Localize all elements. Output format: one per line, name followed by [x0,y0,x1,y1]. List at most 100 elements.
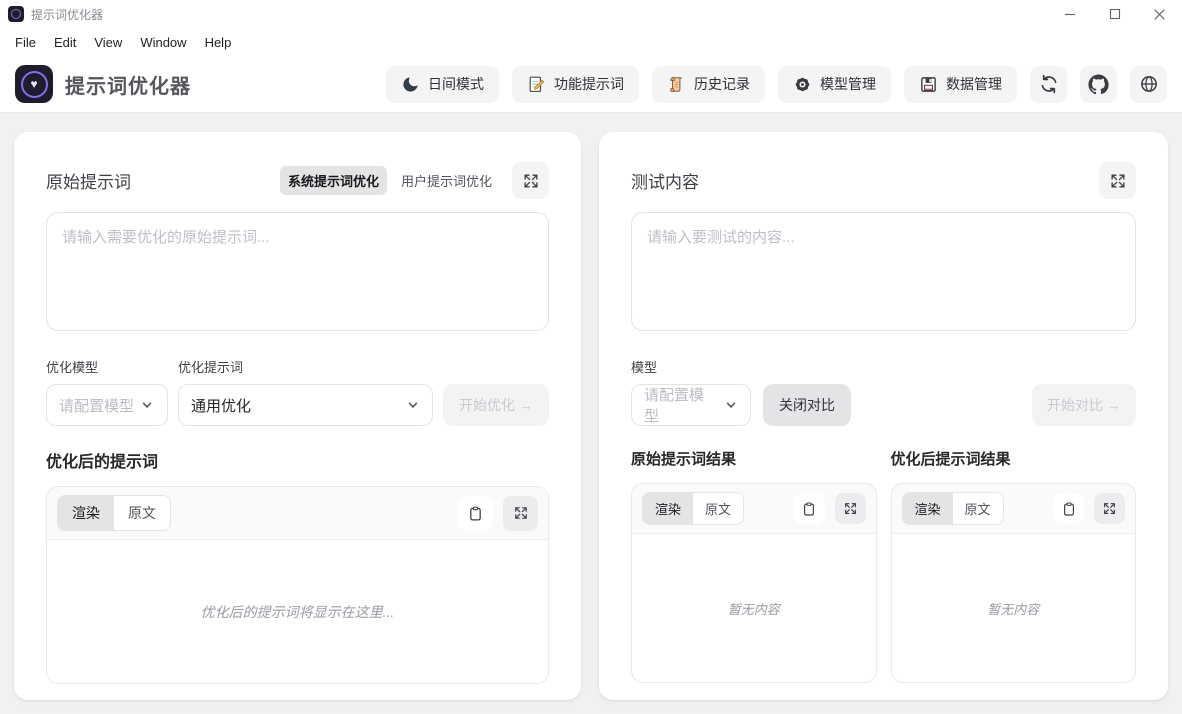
start-optimize-button[interactable]: 开始优化 → [443,384,549,426]
copy-button[interactable] [458,496,493,531]
view-mode-tabs: 渲染 原文 [902,492,1004,525]
floppy-icon [919,75,938,94]
clipboard-icon [1061,501,1077,517]
expand-icon [1109,172,1127,190]
optimize-panel: 原始提示词 系统提示词优化 用户提示词优化 优化模型 [14,132,581,700]
moon-icon [401,75,420,94]
optimized-result-column: 优化后提示词结果 渲染 原文 [891,448,1137,683]
output-toolbar: 渲染 原文 [892,484,1136,534]
tab-render[interactable]: 渲染 [903,493,953,524]
button-label: 历史记录 [694,74,750,94]
button-label: 功能提示词 [554,74,624,94]
view-mode-tabs: 渲染 原文 [642,492,744,525]
start-compare-button[interactable]: 开始对比 → [1032,384,1136,426]
github-button[interactable] [1080,66,1117,103]
fullscreen-button[interactable] [512,162,549,199]
optimize-controls: 优化模型 请配置模型 优化提示词 通用优化 [46,357,549,426]
logo-ring-icon: ♥ [21,71,48,98]
app-window: 提示词优化器 File Edit View Window Help ♥ 提示词优… [0,0,1182,700]
tab-user-prompt-optimize[interactable]: 用户提示词优化 [393,166,500,195]
expand-output-button[interactable] [503,496,538,531]
tab-render[interactable]: 渲染 [58,496,114,530]
menu-bar: File Edit View Window Help [0,28,1182,56]
close-button[interactable] [1137,0,1182,28]
page-title: 提示词优化器 [65,70,191,99]
clipboard-icon [801,501,817,517]
original-result-column: 原始提示词结果 渲染 原文 [631,448,877,683]
output-actions [794,493,866,524]
expand-output-button[interactable] [835,493,866,524]
menu-help[interactable]: Help [196,31,241,54]
optimized-prompt-title: 优化后的提示词 [46,448,549,472]
fullscreen-button[interactable] [1099,162,1136,199]
select-value: 请配置模型 [59,395,134,416]
test-panel-header: 测试内容 [631,162,1136,199]
original-prompt-input[interactable] [46,212,549,331]
maximize-button[interactable] [1092,0,1137,28]
expand-icon [843,501,858,516]
copy-button[interactable] [794,493,825,524]
globe-icon [1139,74,1159,94]
clipboard-icon [467,505,484,522]
history-button[interactable]: 历史记录 [652,66,765,103]
toggle-compare-button[interactable]: 关闭对比 [763,384,851,426]
optimize-panel-header: 原始提示词 系统提示词优化 用户提示词优化 [46,162,549,199]
update-check-button[interactable] [1030,66,1067,103]
panel-title: 测试内容 [631,168,699,193]
empty-placeholder: 暂无内容 [987,599,1039,618]
output-content: 暂无内容 [892,534,1136,682]
output-actions [1053,493,1125,524]
optimize-template-field: 优化提示词 通用优化 [178,357,433,426]
theme-toggle-button[interactable]: 日间模式 [386,66,499,103]
app-logo: ♥ [15,65,53,103]
tab-source[interactable]: 原文 [114,496,170,530]
select-value: 请配置模型 [644,384,718,426]
window-controls [1047,0,1182,28]
output-placeholder: 优化后的提示词将显示在这里... [201,602,395,622]
menu-file[interactable]: File [6,31,45,54]
test-model-select[interactable]: 请配置模型 [631,384,751,426]
output-toolbar: 渲染 原文 [47,487,548,540]
memo-icon [527,75,546,94]
output-content: 暂无内容 [632,534,876,682]
app-header: ♥ 提示词优化器 日间模式 功能提示词 [0,56,1182,113]
menu-edit[interactable]: Edit [45,31,85,54]
window-title: 提示词优化器 [31,6,103,23]
menu-window[interactable]: Window [131,31,195,54]
button-label: 模型管理 [820,74,876,94]
logo-ring-icon [11,9,21,19]
tab-render[interactable]: 渲染 [643,493,693,524]
minimize-icon [1064,8,1076,20]
optimize-model-select[interactable]: 请配置模型 [46,384,168,426]
github-icon [1088,74,1109,95]
original-result-output: 渲染 原文 [631,483,877,683]
copy-button[interactable] [1053,493,1084,524]
chevron-down-icon [140,398,154,412]
app-icon [8,6,24,22]
expand-output-button[interactable] [1094,493,1125,524]
tab-source[interactable]: 原文 [953,493,1003,524]
button-label: 日间模式 [428,74,484,94]
heart-icon: ♥ [30,78,37,90]
test-model-label: 模型 [631,357,751,376]
model-manager-button[interactable]: 模型管理 [778,66,891,103]
output-toolbar: 渲染 原文 [632,484,876,534]
scroll-icon [667,75,686,94]
expand-icon [513,505,529,521]
refresh-icon [1039,74,1059,94]
language-button[interactable] [1130,66,1167,103]
output-content: 优化后的提示词将显示在这里... [47,540,548,683]
tab-source[interactable]: 原文 [693,493,743,524]
optimize-template-select[interactable]: 通用优化 [178,384,433,426]
menu-view[interactable]: View [85,31,131,54]
function-prompts-button[interactable]: 功能提示词 [512,66,639,103]
test-panel: 测试内容 模型 请配置模型 [599,132,1168,700]
spacer [861,357,1022,426]
compare-results: 原始提示词结果 渲染 原文 [631,448,1136,683]
tab-system-prompt-optimize[interactable]: 系统提示词优化 [280,166,387,195]
test-content-input[interactable] [631,212,1136,331]
optimize-model-field: 优化模型 请配置模型 [46,357,168,426]
data-manager-button[interactable]: 数据管理 [904,66,1017,103]
minimize-button[interactable] [1047,0,1092,28]
main-content: 原始提示词 系统提示词优化 用户提示词优化 优化模型 [0,113,1182,700]
